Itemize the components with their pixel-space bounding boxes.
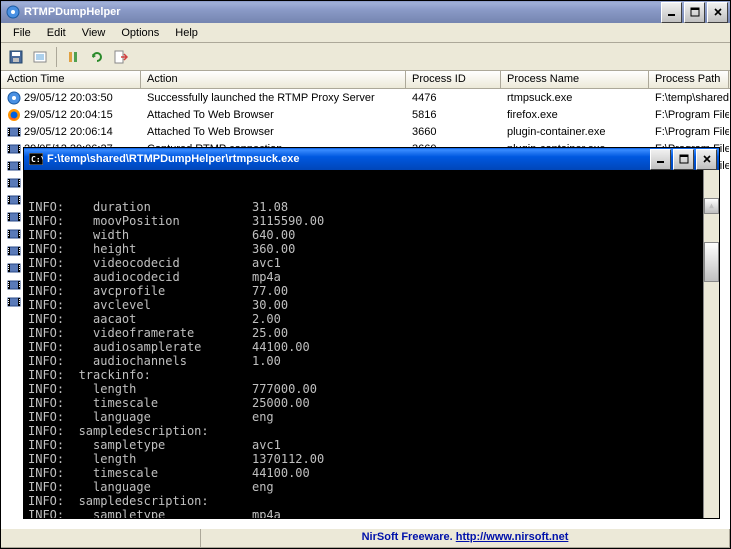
col-process-path[interactable]: Process Path	[649, 71, 729, 88]
row-icon	[7, 244, 21, 258]
table-cell: 5816	[406, 109, 501, 121]
app-icon	[5, 4, 21, 20]
console-icon: C:\	[28, 151, 44, 167]
minimize-button[interactable]	[661, 2, 682, 23]
status-pane-center: NirSoft Freeware. http://www.nirsoft.net	[201, 529, 730, 548]
table-cell: firefox.exe	[501, 109, 649, 121]
table-row[interactable]: 29/05/12 20:06:14Attached To Web Browser…	[1, 123, 730, 140]
status-url[interactable]: http://www.nirsoft.net	[456, 531, 569, 543]
properties-icon[interactable]	[29, 46, 51, 68]
maximize-button[interactable]	[684, 2, 705, 23]
console-window[interactable]: C:\ F:\temp\shared\RTMPDumpHelper\rtmpsu…	[23, 147, 720, 519]
options-icon[interactable]	[62, 46, 84, 68]
scroll-up-button[interactable]: ▲	[704, 198, 719, 214]
toolbar	[1, 43, 730, 71]
svg-text:C:\: C:\	[31, 155, 43, 164]
table-cell: Attached To Web Browser	[141, 109, 406, 121]
table-cell: 29/05/12 20:06:14	[1, 125, 141, 139]
status-brand: NirSoft Freeware.	[362, 531, 456, 543]
scroll-thumb[interactable]	[704, 242, 719, 282]
statusbar: NirSoft Freeware. http://www.nirsoft.net	[1, 528, 730, 548]
refresh-icon[interactable]	[86, 46, 108, 68]
row-icon	[7, 193, 21, 207]
scroll-track[interactable]	[704, 242, 719, 518]
table-cell: 29/05/12 20:04:15	[1, 108, 141, 122]
row-icon	[7, 227, 21, 241]
row-icon	[7, 125, 21, 139]
row-icon	[7, 278, 21, 292]
menu-options[interactable]: Options	[113, 25, 167, 41]
table-row[interactable]: 29/05/12 20:04:15Attached To Web Browser…	[1, 106, 730, 123]
row-icon	[7, 295, 21, 309]
col-process-id[interactable]: Process ID	[406, 71, 501, 88]
save-icon[interactable]	[5, 46, 27, 68]
console-minimize-button[interactable]	[650, 149, 671, 170]
menu-edit[interactable]: Edit	[39, 25, 74, 41]
toolbar-separator	[56, 47, 57, 67]
table-cell: 29/05/12 20:03:50	[1, 91, 141, 105]
row-icon	[7, 91, 21, 105]
menu-file[interactable]: File	[5, 25, 39, 41]
table-cell: Successfully launched the RTMP Proxy Ser…	[141, 92, 406, 104]
main-titlebar[interactable]: RTMPDumpHelper	[1, 1, 730, 23]
close-button[interactable]	[707, 2, 728, 23]
row-icon	[7, 142, 21, 156]
status-pane-left	[1, 529, 201, 548]
row-icon	[7, 210, 21, 224]
table-cell: 3660	[406, 126, 501, 138]
menu-help[interactable]: Help	[167, 25, 206, 41]
menu-view[interactable]: View	[74, 25, 114, 41]
console-text: INFO: duration 31.08 INFO: moovPosition …	[28, 200, 715, 518]
console-titlebar[interactable]: C:\ F:\temp\shared\RTMPDumpHelper\rtmpsu…	[24, 148, 719, 170]
exit-icon[interactable]	[110, 46, 132, 68]
table-cell: plugin-container.exe	[501, 126, 649, 138]
menubar: File Edit View Options Help	[1, 23, 730, 43]
col-process-name[interactable]: Process Name	[501, 71, 649, 88]
listview-header: Action Time Action Process ID Process Na…	[1, 71, 730, 89]
row-icon	[7, 261, 21, 275]
row-icon	[7, 176, 21, 190]
col-action[interactable]: Action	[141, 71, 406, 88]
console-body[interactable]: INFO: duration 31.08 INFO: moovPosition …	[24, 170, 719, 518]
table-cell: Attached To Web Browser	[141, 126, 406, 138]
row-icon	[7, 159, 21, 173]
table-cell: rtmpsuck.exe	[501, 92, 649, 104]
console-title: F:\temp\shared\RTMPDumpHelper\rtmpsuck.e…	[47, 153, 650, 165]
console-scrollbar[interactable]: ▲ ▼	[703, 170, 719, 518]
table-row[interactable]: 29/05/12 20:03:50Successfully launched t…	[1, 89, 730, 106]
table-cell: F:\Program Files\Mo	[649, 109, 729, 121]
table-cell: 4476	[406, 92, 501, 104]
table-cell: F:\temp\shared\RTM	[649, 92, 729, 104]
console-close-button[interactable]	[696, 149, 717, 170]
row-icon	[7, 108, 21, 122]
table-cell: F:\Program Files\Mo	[649, 126, 729, 138]
col-action-time[interactable]: Action Time	[1, 71, 141, 88]
main-title: RTMPDumpHelper	[24, 6, 661, 18]
console-maximize-button[interactable]	[673, 149, 694, 170]
